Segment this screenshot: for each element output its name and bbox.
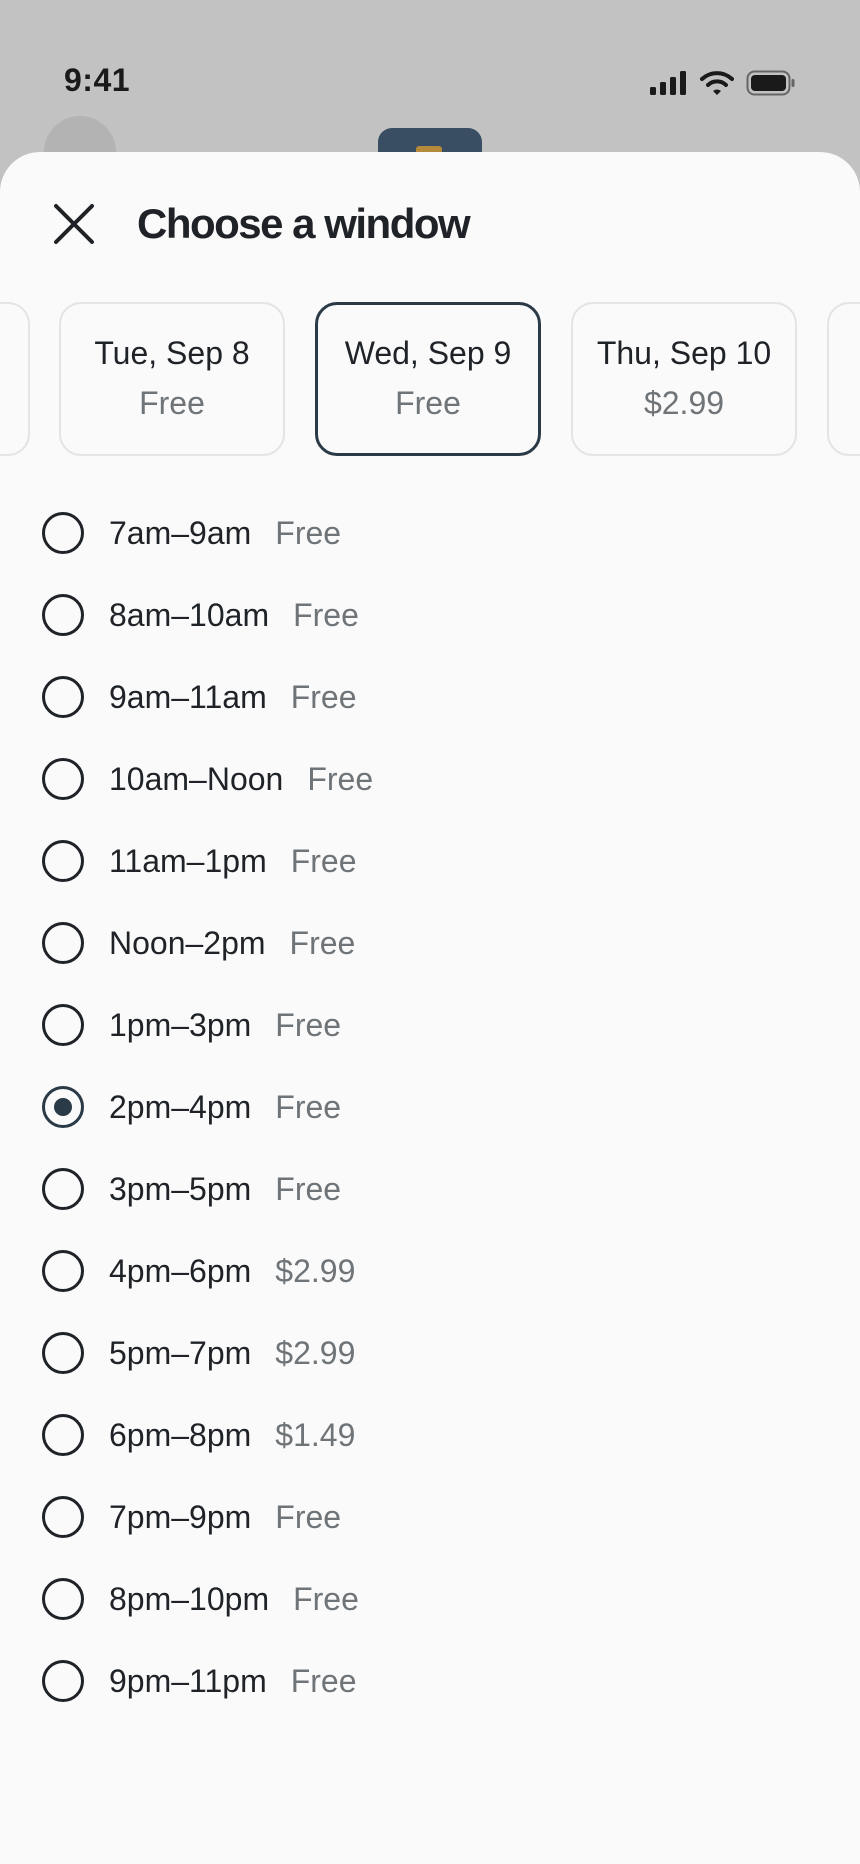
- day-option[interactable]: [0, 302, 30, 456]
- time-window-option[interactable]: 7am–9am Free: [0, 492, 860, 574]
- close-icon: [54, 204, 94, 244]
- day-price: Free: [139, 385, 205, 421]
- day-date: Thu, Sep 10: [596, 335, 772, 371]
- day-option[interactable]: Tue, Sep 8 Free: [59, 302, 285, 456]
- close-button[interactable]: [42, 192, 106, 256]
- radio-button[interactable]: [42, 594, 84, 636]
- time-window-price: $2.99: [275, 1253, 356, 1289]
- signal-icon: [650, 71, 686, 95]
- time-window-time: 7am–9am: [109, 515, 252, 551]
- time-window-label: 1pm–3pm Free: [109, 1005, 341, 1045]
- time-window-price: Free: [290, 843, 357, 879]
- status-time: 9:41: [64, 62, 131, 98]
- radio-button[interactable]: [42, 1578, 84, 1620]
- time-window-time: 6pm–8pm: [109, 1417, 252, 1453]
- time-window-price: Free: [275, 1089, 342, 1125]
- time-window-option[interactable]: 10am–Noon Free: [0, 738, 860, 820]
- time-window-label: 11am–1pm Free: [109, 841, 357, 881]
- radio-button[interactable]: [42, 1168, 84, 1210]
- time-window-option[interactable]: 9am–11am Free: [0, 656, 860, 738]
- time-window-label: 7am–9am Free: [109, 513, 341, 553]
- time-window-label: 5pm–7pm $2.99: [109, 1333, 355, 1373]
- radio-button[interactable]: [42, 1332, 84, 1374]
- day-date: Tue, Sep 8: [94, 335, 250, 371]
- time-window-label: 8am–10am Free: [109, 595, 359, 635]
- time-window-time: 7pm–9pm: [109, 1499, 252, 1535]
- day-selector: Tue, Sep 8 Free Wed, Sep 9 Free Thu, Sep…: [0, 302, 860, 462]
- radio-button[interactable]: [42, 1250, 84, 1292]
- radio-button[interactable]: [42, 1004, 84, 1046]
- time-window-label: Noon–2pm Free: [109, 923, 355, 963]
- time-window-price: Free: [307, 761, 374, 797]
- time-window-label: 2pm–4pm Free: [109, 1087, 341, 1127]
- time-window-price: Free: [275, 515, 342, 551]
- radio-button[interactable]: [42, 1496, 84, 1538]
- time-window-option[interactable]: 6pm–8pm $1.49: [0, 1394, 860, 1476]
- time-window-time: 9am–11am: [109, 679, 267, 715]
- day-option[interactable]: [827, 302, 860, 456]
- time-window-option[interactable]: 4pm–6pm $2.99: [0, 1230, 860, 1312]
- time-window-time: 9pm–11pm: [109, 1663, 267, 1699]
- time-window-option[interactable]: 5pm–7pm $2.99: [0, 1312, 860, 1394]
- time-window-time: 8am–10am: [109, 597, 270, 633]
- time-window-price: Free: [275, 1499, 342, 1535]
- time-window-label: 4pm–6pm $2.99: [109, 1251, 355, 1291]
- time-window-label: 6pm–8pm $1.49: [109, 1415, 355, 1455]
- time-window-time: 4pm–6pm: [109, 1253, 252, 1289]
- time-window-time: 1pm–3pm: [109, 1007, 252, 1043]
- time-window-price: Free: [293, 1581, 359, 1617]
- time-window-label: 7pm–9pm Free: [109, 1497, 341, 1537]
- time-window-option[interactable]: 9pm–11pm Free: [0, 1640, 860, 1722]
- day-option[interactable]: Thu, Sep 10 $2.99: [571, 302, 797, 456]
- time-window-time: 10am–Noon: [109, 761, 284, 797]
- radio-button[interactable]: [42, 758, 84, 800]
- time-window-price: Free: [290, 1663, 357, 1699]
- time-window-time: 2pm–4pm: [109, 1089, 252, 1125]
- time-window-label: 8pm–10pm Free: [109, 1579, 359, 1619]
- radio-button[interactable]: [42, 840, 84, 882]
- time-window-option[interactable]: 3pm–5pm Free: [0, 1148, 860, 1230]
- time-window-option[interactable]: 11am–1pm Free: [0, 820, 860, 902]
- time-window-label: 10am–Noon Free: [109, 759, 373, 799]
- time-window-price: $2.99: [275, 1335, 356, 1371]
- time-window-option[interactable]: 8am–10am Free: [0, 574, 860, 656]
- time-window-time: Noon–2pm: [109, 925, 266, 961]
- day-date: Wed, Sep 9: [344, 335, 512, 371]
- time-window-label: 9am–11am Free: [109, 677, 357, 717]
- battery-icon: [746, 70, 795, 96]
- radio-button[interactable]: [42, 922, 84, 964]
- time-window-option[interactable]: Noon–2pm Free: [0, 902, 860, 984]
- sheet-title: Choose a window: [137, 200, 471, 247]
- day-option-selected[interactable]: Wed, Sep 9 Free: [315, 302, 541, 456]
- time-window-price: Free: [275, 1171, 342, 1207]
- time-window-time: 3pm–5pm: [109, 1171, 252, 1207]
- wifi-icon: [700, 71, 734, 95]
- time-window-price: Free: [290, 679, 357, 715]
- time-window-time: 11am–1pm: [109, 843, 267, 879]
- time-window-time: 8pm–10pm: [109, 1581, 270, 1617]
- time-window-price: Free: [293, 597, 359, 633]
- status-icons: [650, 70, 796, 96]
- radio-button[interactable]: [42, 512, 84, 554]
- radio-button-checked[interactable]: [42, 1086, 84, 1128]
- time-window-option[interactable]: 8pm–10pm Free: [0, 1558, 860, 1640]
- time-window-option[interactable]: 1pm–3pm Free: [0, 984, 860, 1066]
- radio-button[interactable]: [42, 1414, 84, 1456]
- radio-button[interactable]: [42, 676, 84, 718]
- time-window-price: Free: [289, 925, 356, 961]
- day-price: Free: [395, 385, 461, 421]
- time-window-time: 5pm–7pm: [109, 1335, 252, 1371]
- time-window-price: $1.49: [275, 1417, 356, 1453]
- choose-window-sheet: Choose a window Tue, Sep 8 Free Wed, Sep…: [0, 152, 860, 1864]
- day-price: $2.99: [643, 385, 725, 421]
- time-window-label: 3pm–5pm Free: [109, 1169, 341, 1209]
- radio-button[interactable]: [42, 1660, 84, 1702]
- time-window-option-selected[interactable]: 2pm–4pm Free: [0, 1066, 860, 1148]
- time-window-price: Free: [275, 1007, 342, 1043]
- time-window-label: 9pm–11pm Free: [109, 1661, 357, 1701]
- time-window-option[interactable]: 7pm–9pm Free: [0, 1476, 860, 1558]
